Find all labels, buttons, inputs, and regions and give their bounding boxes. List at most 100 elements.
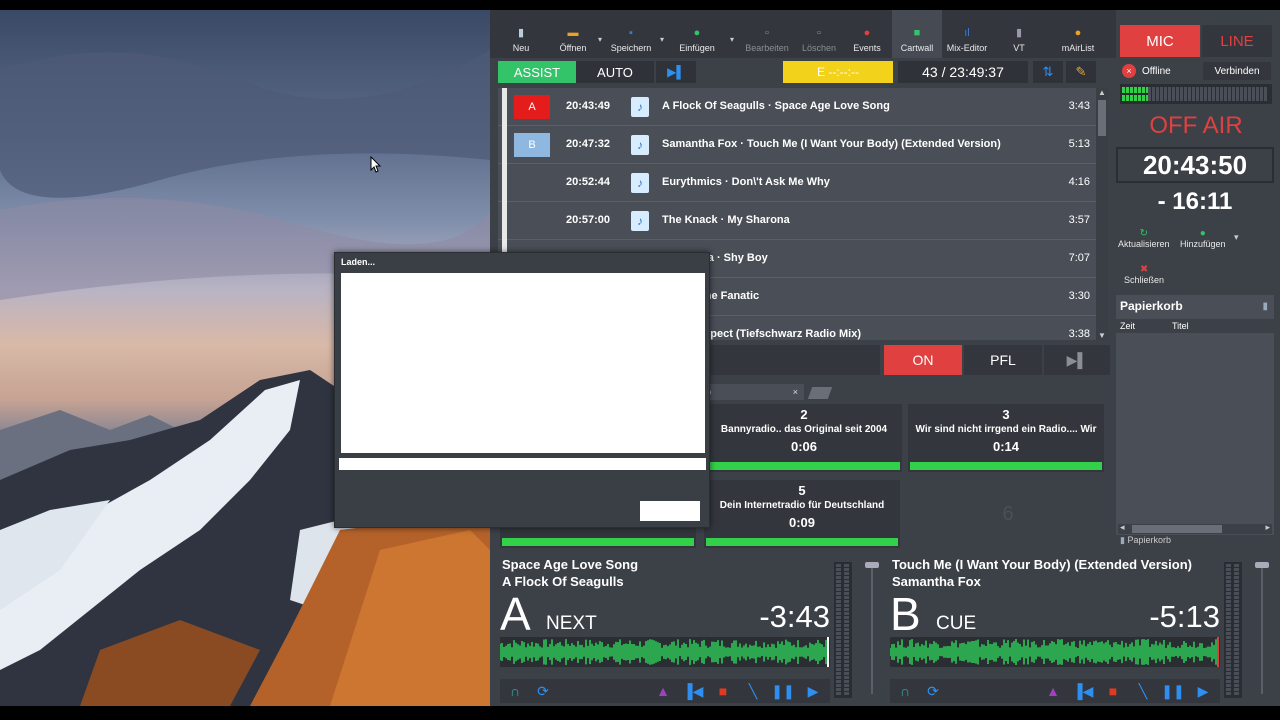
fade-icon[interactable]: ╲ — [1130, 681, 1156, 701]
assist-mode-button[interactable]: ASSIST — [498, 61, 576, 83]
fader-knob[interactable] — [1255, 562, 1269, 568]
cart-player[interactable]: 5 Dein Internetradio für Deutschland 0:0… — [704, 480, 900, 548]
pause-icon[interactable]: ❚❚ — [770, 681, 796, 701]
player-letter: A — [500, 588, 531, 640]
open-dropdown-arrow-icon[interactable]: ▾ — [594, 10, 606, 58]
player-a: Space Age Love Song A Flock Of Seagulls … — [500, 555, 886, 703]
row-title: espect (Tiefschwarz Radio Mix) — [698, 328, 862, 340]
fader-knob[interactable] — [865, 562, 879, 568]
eject-icon[interactable]: ▲ — [650, 681, 676, 701]
player-b-volume-fader[interactable] — [1254, 562, 1270, 698]
pause-icon[interactable]: ❚❚ — [1160, 681, 1186, 701]
open-button[interactable]: ▬ Öffnen — [552, 10, 594, 58]
playlist-counter: 43 / 23:49:37 — [898, 61, 1028, 83]
cue-back-icon[interactable]: ▐◀ — [680, 681, 706, 701]
scroll-right-icon[interactable]: ▸ — [1265, 522, 1270, 533]
sort-button[interactable]: ⇅ — [1033, 61, 1063, 83]
papierkorb-title: Papierkorb — [1120, 299, 1183, 313]
mairlist-menu-button[interactable]: ● mAirList — [1046, 10, 1110, 58]
play-next-button[interactable]: ▶▌ — [656, 61, 696, 83]
playlist-scrollbar[interactable]: ▲ ▼ — [1096, 88, 1108, 340]
plus-circle-icon: ● — [693, 27, 701, 39]
playlist-row[interactable]: A 20:43:49 ♪ A Flock Of Seagulls · Space… — [498, 88, 1096, 126]
pencil-button[interactable]: ✎ — [1066, 61, 1096, 83]
scroll-left-icon[interactable]: ◂ — [1120, 522, 1125, 533]
cartwall-tab[interactable]: lo× — [700, 384, 804, 400]
playlist-row[interactable]: 20:57:00 ♪ The Knack · My Sharona 3:57 — [498, 202, 1096, 240]
edit-button[interactable]: ▫ Bearbeiten — [738, 10, 796, 58]
close-x-icon: ✖ — [1139, 264, 1149, 275]
playlist-info-bar — [700, 345, 880, 375]
repeat-icon[interactable]: ⟳ — [530, 681, 556, 701]
new-button[interactable]: ▮ Neu — [490, 10, 552, 58]
loop-icon[interactable]: ∩ — [502, 681, 528, 701]
player-title: Space Age Love Song — [502, 557, 639, 572]
skip-button[interactable]: ▶▌ — [1044, 345, 1110, 375]
close-button[interactable]: ✖ Schließen — [1124, 264, 1164, 285]
dialog-button[interactable] — [640, 501, 700, 521]
row-title: The Knack · My Sharona — [662, 214, 790, 226]
player-waveform[interactable] — [890, 637, 1220, 667]
insert-dropdown-arrow-icon[interactable]: ▾ — [726, 10, 738, 58]
scroll-thumb[interactable] — [1098, 100, 1106, 136]
cart-player[interactable]: 3 Wir sind nicht irrgend ein Radio.... W… — [908, 404, 1104, 472]
column-titel[interactable]: Titel — [1172, 321, 1189, 331]
play-icon[interactable]: ▶ — [1190, 681, 1216, 701]
save-dropdown-arrow-icon[interactable]: ▾ — [656, 10, 668, 58]
row-title: A Flock Of Seagulls · Space Age Love Son… — [662, 100, 890, 112]
waveform-path — [890, 639, 1219, 665]
event-countdown[interactable]: E --:--:-- — [783, 61, 893, 83]
delete-button[interactable]: ▫ Löschen — [796, 10, 842, 58]
save-button[interactable]: ▪ Speichern — [606, 10, 656, 58]
eject-icon[interactable]: ▲ — [1040, 681, 1066, 701]
clock-icon: ● — [863, 27, 871, 39]
refresh-button[interactable]: ↻ Aktualisieren — [1118, 228, 1170, 249]
auto-mode-button[interactable]: AUTO — [576, 61, 654, 83]
row-duration: 3:38 — [1068, 328, 1090, 340]
scroll-down-icon[interactable]: ▼ — [1097, 331, 1107, 340]
playlist-row[interactable]: 20:52:44 ♪ Eurythmics · Don\'t Ask Me Wh… — [498, 164, 1096, 202]
trash-icon: ▮ — [1120, 535, 1125, 545]
player-a-volume-fader[interactable] — [864, 562, 880, 698]
player-slot-b-badge: B — [514, 133, 550, 157]
play-icon[interactable]: ▶ — [800, 681, 826, 701]
add-dropdown-arrow-icon[interactable]: ▾ — [1234, 232, 1239, 243]
cart-level-bar — [708, 462, 900, 470]
player-letter: B — [890, 588, 921, 640]
papierkorb-tab[interactable]: ▮ Papierkorb — [1120, 533, 1270, 547]
connect-button[interactable]: Verbinden — [1203, 62, 1271, 80]
column-zeit[interactable]: Zeit — [1120, 321, 1135, 331]
cart-player[interactable]: 2 Bannyradio.. das Original seit 2004 0:… — [706, 404, 902, 472]
line-button[interactable]: LINE — [1202, 25, 1272, 57]
playlist-row[interactable]: B 20:47:32 ♪ Samantha Fox · Touch Me (I … — [498, 126, 1096, 164]
mix-editor-button[interactable]: ıl Mix-Editor — [942, 10, 992, 58]
player-controls: ∩ ⟳ ▲ ▐◀ ■ ╲ ❚❚ ▶ — [500, 679, 830, 703]
cart-player-empty[interactable]: 6 — [910, 480, 1106, 548]
pfl-button[interactable]: PFL — [964, 345, 1042, 375]
insert-button[interactable]: ● Einfügen — [668, 10, 726, 58]
player-title: Touch Me (I Want Your Body) (Extended Ve… — [892, 557, 1192, 572]
scroll-up-icon[interactable]: ▲ — [1097, 88, 1107, 97]
add-button[interactable]: ● Hinzufügen — [1180, 228, 1226, 249]
mixer-icon: ıl — [964, 27, 970, 39]
close-tab-icon[interactable]: × — [793, 384, 798, 400]
stop-icon[interactable]: ■ — [1100, 681, 1126, 701]
cue-back-icon[interactable]: ▐◀ — [1070, 681, 1096, 701]
new-file-icon: ▮ — [517, 27, 525, 39]
events-button[interactable]: ● Events — [842, 10, 892, 58]
loop-icon[interactable]: ∩ — [892, 681, 918, 701]
fade-icon[interactable]: ╲ — [740, 681, 766, 701]
trash-icon[interactable]: ▮ — [1262, 301, 1268, 312]
player-waveform[interactable] — [500, 637, 830, 667]
new-cartwall-tab[interactable] — [807, 387, 833, 399]
repeat-icon[interactable]: ⟳ — [920, 681, 946, 701]
player-b: Touch Me (I Want Your Body) (Extended Ve… — [890, 555, 1276, 703]
mic-button[interactable]: MIC — [1120, 25, 1200, 57]
vt-button[interactable]: ▮ VT — [992, 10, 1046, 58]
microphone-icon: ▮ — [1015, 27, 1023, 39]
on-button[interactable]: ON — [884, 345, 962, 375]
cartwall-button[interactable]: ■ Cartwall — [892, 10, 942, 58]
main-toolbar: ▮ Neu ▬ Öffnen ▾ ▪ Speichern ▾ ● Einfügen ▾ … — [490, 10, 1116, 58]
top-black-bar — [0, 0, 1280, 10]
stop-icon[interactable]: ■ — [710, 681, 736, 701]
